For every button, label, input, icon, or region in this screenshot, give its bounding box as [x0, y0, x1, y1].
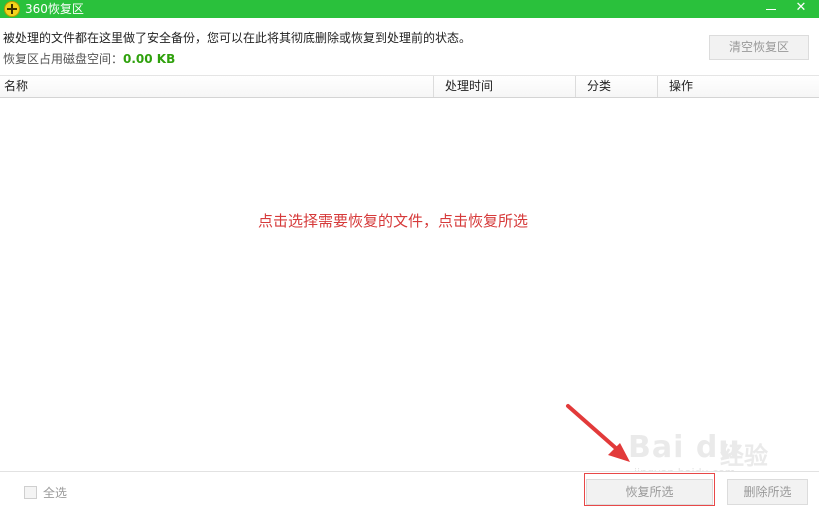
window-title: 360恢复区	[25, 2, 84, 16]
minimize-icon	[766, 9, 776, 10]
column-header-action[interactable]: 操作	[665, 76, 693, 97]
file-list[interactable]	[0, 98, 819, 471]
minimize-button[interactable]	[758, 0, 784, 18]
description-text: 被处理的文件都在这里做了安全备份，您可以在此将其彻底删除或恢复到处理前的状态。	[3, 31, 472, 45]
delete-selected-button[interactable]: 删除所选	[727, 479, 808, 505]
clear-recovery-button[interactable]: 清空恢复区	[709, 35, 809, 60]
360-plus-icon	[4, 1, 20, 17]
column-header-name[interactable]: 名称	[0, 76, 28, 97]
select-all-label[interactable]: 全选	[43, 485, 67, 501]
disk-usage-line: 恢复区占用磁盘空间：0.00 KB	[3, 51, 175, 67]
disk-usage-value: 0.00 KB	[123, 52, 176, 66]
title-bar: 360恢复区 ✕	[0, 0, 819, 18]
column-divider[interactable]	[433, 76, 434, 97]
column-header-time[interactable]: 处理时间	[441, 76, 493, 97]
instruction-annotation: 点击选择需要恢复的文件，点击恢复所选	[258, 212, 529, 230]
close-icon: ✕	[795, 0, 807, 15]
table-header: 名称 处理时间 分类 操作	[0, 75, 819, 98]
select-all-checkbox[interactable]	[24, 486, 37, 499]
highlight-annotation-box	[584, 473, 715, 506]
close-button[interactable]: ✕	[788, 0, 814, 18]
column-divider[interactable]	[657, 76, 658, 97]
disk-usage-label: 恢复区占用磁盘空间：	[3, 52, 124, 66]
column-header-category[interactable]: 分类	[583, 76, 611, 97]
column-divider[interactable]	[575, 76, 576, 97]
